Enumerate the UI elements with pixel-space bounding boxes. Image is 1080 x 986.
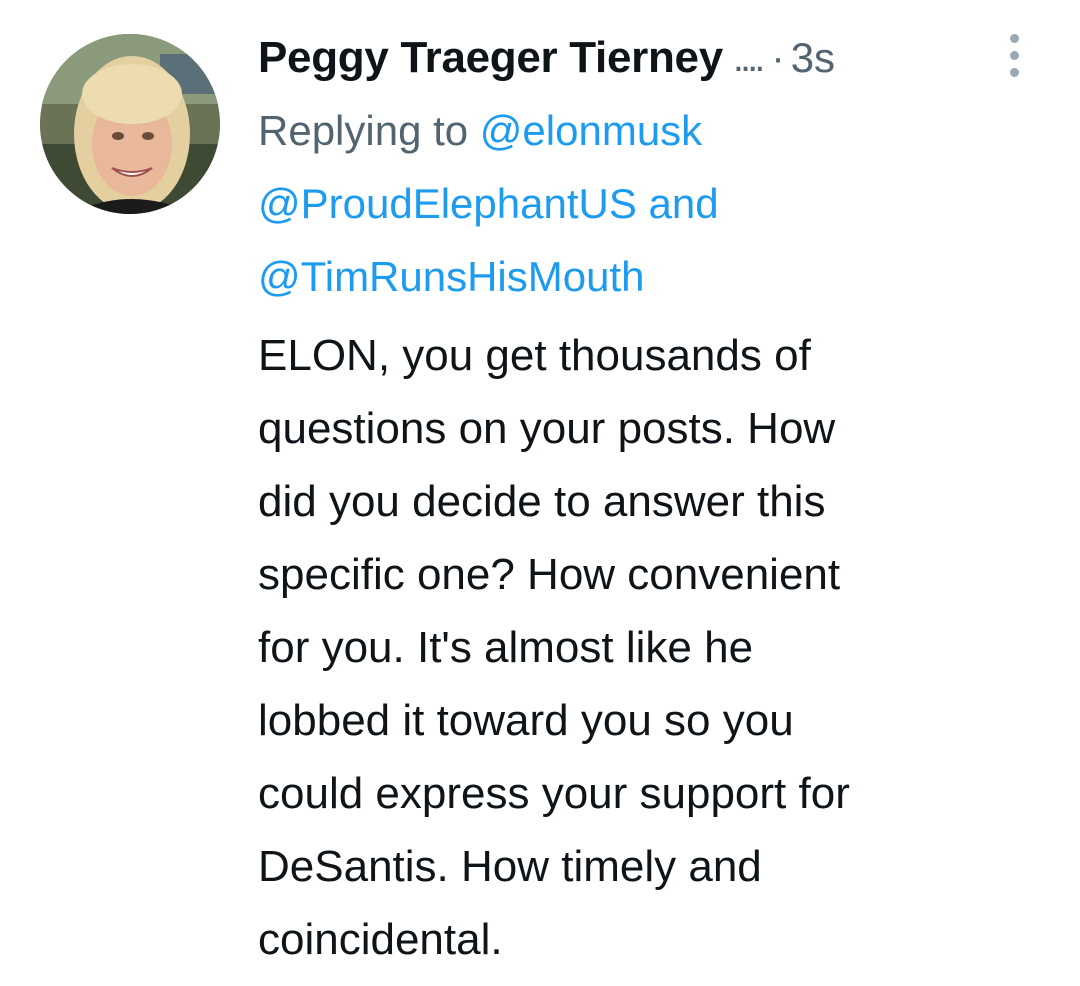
tweet-content: Peggy Traeger Tierney .... · 3s Replying… — [258, 28, 1048, 976]
more-options-icon[interactable] — [1004, 34, 1024, 84]
replying-to: Replying to @elonmusk @ProudElephantUS a… — [258, 94, 1048, 313]
tweet-text-line: questions on your posts. How — [258, 404, 836, 453]
author-name[interactable]: Peggy Traeger Tierney — [258, 33, 723, 83]
tweet-text-line: ELON, you get thousands of — [258, 331, 811, 380]
tweet-text: ELON, you get thousands of questions on … — [258, 319, 1048, 976]
replying-prefix: Replying to — [258, 107, 469, 154]
tweet-header: Peggy Traeger Tierney .... · 3s — [258, 28, 1048, 88]
tweet-text-line: could express your support for — [258, 769, 850, 818]
tweet-text-line: specific one? How convenient — [258, 550, 841, 599]
tweet-text-line: DeSantis. How timely and — [258, 842, 762, 891]
tweet-text-line: did you decide to answer this — [258, 477, 826, 526]
mention-timrunshismouth[interactable]: @TimRunsHisMouth — [258, 253, 645, 300]
tweet-text-line: coincidental. — [258, 915, 503, 964]
name-truncation: .... — [732, 35, 766, 80]
tweet-text-line: lobbed it toward you so you — [258, 696, 794, 745]
avatar[interactable] — [40, 34, 220, 214]
mention-proudelephantus[interactable]: @ProudElephantUS — [258, 180, 637, 227]
avatar-photo-icon — [40, 34, 220, 214]
replying-conjunction: and — [648, 180, 719, 227]
timestamp[interactable]: 3s — [791, 34, 835, 82]
tweet[interactable]: Peggy Traeger Tierney .... · 3s Replying… — [0, 0, 1080, 986]
tweet-text-line: for you. It's almost like he — [258, 623, 754, 672]
mention-elonmusk[interactable]: @elonmusk — [480, 107, 702, 154]
separator-dot: · — [771, 35, 785, 80]
